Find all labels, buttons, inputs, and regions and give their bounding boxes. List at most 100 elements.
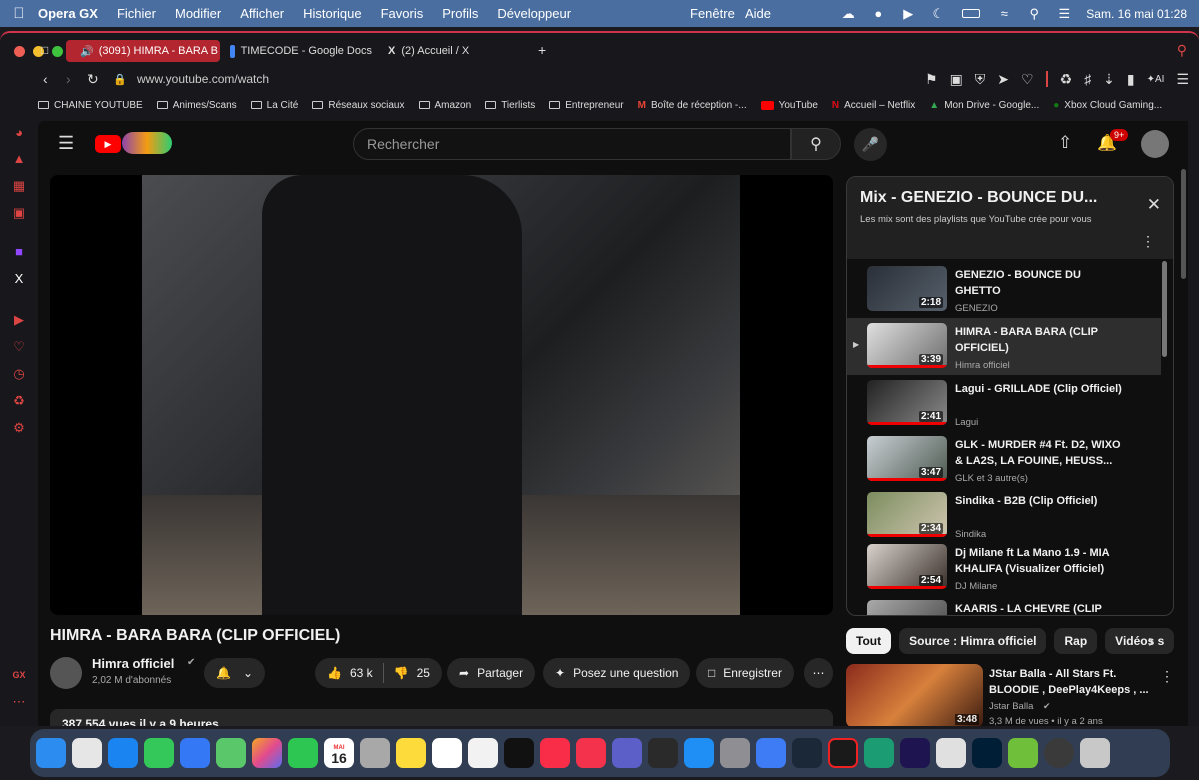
page-scrollbar[interactable]	[1181, 169, 1186, 279]
description-stats[interactable]: 387 554 vues il y a 9 heures	[50, 709, 833, 726]
save-button[interactable]: □ Enregistrer	[696, 658, 794, 688]
voice-search-button[interactable]: 🎤	[854, 128, 887, 161]
bookmark-netflix[interactable]: N Accueil – Netflix	[832, 100, 915, 111]
zoom-window-button[interactable]	[52, 46, 63, 57]
heart-icon[interactable]: ♡	[1021, 71, 1034, 88]
playlist-item[interactable]: 2:18 GENEZIO - BOUNCE DU GHETTO GENEZIO	[847, 261, 1161, 318]
hamburger-menu-icon[interactable]: ☰	[58, 133, 74, 154]
lock-icon[interactable]: 🔒	[113, 73, 127, 86]
send-icon[interactable]: ➤	[997, 71, 1009, 88]
like-button[interactable]: 👍 63 k	[315, 666, 383, 680]
menu-fichier[interactable]: Fichier	[117, 6, 156, 21]
app-icon[interactable]	[756, 738, 786, 768]
reload-icon[interactable]: ↻	[87, 71, 99, 88]
launchpad-icon[interactable]	[72, 738, 102, 768]
extensions-icon[interactable]: ♻	[11, 393, 27, 409]
apple-tv-icon[interactable]	[504, 738, 534, 768]
channel-avatar[interactable]	[50, 657, 82, 689]
menu-historique[interactable]: Historique	[303, 6, 362, 21]
share-button[interactable]: ➦ Partager	[447, 658, 536, 688]
heart-icon[interactable]: ♡	[11, 339, 27, 355]
twitch-icon[interactable]: ■	[11, 244, 27, 260]
extensions-icon[interactable]: ♻	[1060, 71, 1073, 88]
menu-afficher[interactable]: Afficher	[240, 6, 284, 21]
menu-developpeur[interactable]: Développeur	[497, 6, 571, 21]
steam-icon[interactable]	[792, 738, 822, 768]
control-center-icon[interactable]: ☰	[1056, 6, 1072, 22]
playlist-scrollbar[interactable]	[1162, 261, 1167, 357]
back-icon[interactable]: ‹	[43, 71, 48, 87]
apple-icon[interactable]: 	[0, 5, 38, 22]
cloud-icon[interactable]: ☁	[840, 6, 856, 22]
play-circle-icon[interactable]: ▶	[900, 6, 916, 22]
menu-icon[interactable]: ☰	[1176, 71, 1189, 88]
youtube-doodle-icon[interactable]	[122, 132, 172, 154]
search-input[interactable]: Rechercher	[353, 128, 791, 160]
gx-logo-icon[interactable]: GX	[11, 667, 27, 683]
playlist-item[interactable]: KAARIS - LA CHEVRE (CLIP	[847, 595, 1161, 615]
battery-saver-icon[interactable]: ▮	[1127, 71, 1135, 88]
chip-rap[interactable]: Rap	[1054, 628, 1098, 654]
wifi-icon[interactable]: ≈	[996, 6, 1012, 22]
gx-mail-icon[interactable]: ▣	[11, 205, 27, 221]
messages-icon[interactable]	[144, 738, 174, 768]
account-avatar[interactable]	[1141, 130, 1169, 158]
teams-icon[interactable]	[612, 738, 642, 768]
search-button[interactable]: ⚲	[791, 128, 841, 160]
close-icon[interactable]: ✕	[1147, 195, 1161, 215]
video-player[interactable]	[50, 175, 833, 615]
finder-icon[interactable]	[36, 738, 66, 768]
pin-icon[interactable]: ⚑	[925, 71, 938, 88]
photos-icon[interactable]	[252, 738, 282, 768]
recommended-video[interactable]: 3:48 JStar Balla - All Stars Ft. BLOODIE…	[846, 664, 1176, 726]
premiere-pro-icon[interactable]	[900, 738, 930, 768]
dislike-button[interactable]: 👎 25	[384, 666, 442, 680]
more-vertical-icon[interactable]: ⋮	[1141, 233, 1155, 250]
settings-icon[interactable]: ⚙	[11, 420, 27, 436]
tab-google-docs[interactable]: TIMECODE - Google Docs	[222, 40, 380, 62]
photoshop-icon[interactable]	[972, 738, 1002, 768]
playlist-item[interactable]: 3:47 GLK - MURDER #4 Ft. D2, WIXO & LA2S…	[847, 431, 1161, 488]
menu-app-name[interactable]: Opera GX	[38, 6, 98, 21]
snapshot-icon[interactable]: ▣	[950, 71, 963, 88]
chip-source[interactable]: Source : Himra officiel	[899, 628, 1047, 654]
history-icon[interactable]: ◷	[11, 366, 27, 382]
player-icon[interactable]: ▶	[11, 312, 27, 328]
shield-icon[interactable]: ⛨	[975, 71, 986, 88]
chevron-right-icon[interactable]: ›	[1148, 631, 1154, 652]
bookmark-entrepreneur[interactable]: Entrepreneur	[549, 100, 624, 111]
news-icon[interactable]	[576, 738, 606, 768]
channel-name[interactable]: Himra officiel	[92, 656, 174, 671]
user-avatar-icon[interactable]	[1044, 738, 1074, 768]
new-tab-button[interactable]: +	[538, 42, 546, 58]
vpn-icon[interactable]	[1008, 738, 1038, 768]
tab-youtube[interactable]: 🔊 (3091) HIMRA - BARA B	[66, 40, 220, 62]
obs-icon[interactable]	[648, 738, 678, 768]
chip-all[interactable]: Tout	[846, 628, 892, 654]
forward-icon[interactable]: ›	[66, 71, 71, 87]
gx-control-icon[interactable]: ▲	[11, 151, 27, 167]
close-window-button[interactable]	[14, 46, 25, 57]
ai-icon[interactable]: ✦AI	[1147, 74, 1165, 85]
subscribed-button[interactable]: 🔔 ⌄	[204, 658, 265, 688]
menubar-clock[interactable]: Sam. 16 mai 01:28	[1086, 7, 1187, 21]
reminders-icon[interactable]	[468, 738, 498, 768]
contacts-icon[interactable]	[360, 738, 390, 768]
moon-icon[interactable]: ☾	[930, 6, 946, 22]
bookmark-tierlists[interactable]: Tierlists	[485, 100, 535, 111]
speed-dial-icon[interactable]: ◕	[11, 125, 27, 141]
app-store-icon[interactable]	[684, 738, 714, 768]
status-app-icon[interactable]: ●	[870, 6, 886, 22]
bookmark-drive[interactable]: ▲ Mon Drive - Google...	[929, 100, 1039, 111]
freeform-icon[interactable]	[432, 738, 462, 768]
speaker-icon[interactable]: 🔊	[80, 45, 94, 58]
bookmark-xbox[interactable]: ● Xbox Cloud Gaming...	[1053, 100, 1162, 111]
bookmark-gmail[interactable]: M Boîte de réception -...	[638, 100, 747, 111]
playlist-item-current[interactable]: ▶ 3:39 HIMRA - BARA BARA (CLIP OFFICIEL)…	[847, 318, 1161, 375]
more-vertical-icon[interactable]: ⋮	[1160, 668, 1174, 685]
spotlight-search-icon[interactable]: ⚲	[1026, 6, 1042, 22]
wallet-icon[interactable]: ♯	[1084, 71, 1091, 87]
playlist-item[interactable]: 2:54 Dj Milane ft La Mano 1.9 - MIA KHAL…	[847, 539, 1161, 596]
x-icon[interactable]: X	[11, 271, 27, 287]
bookmark-chaine-youtube[interactable]: CHAINE YOUTUBE	[38, 100, 143, 111]
